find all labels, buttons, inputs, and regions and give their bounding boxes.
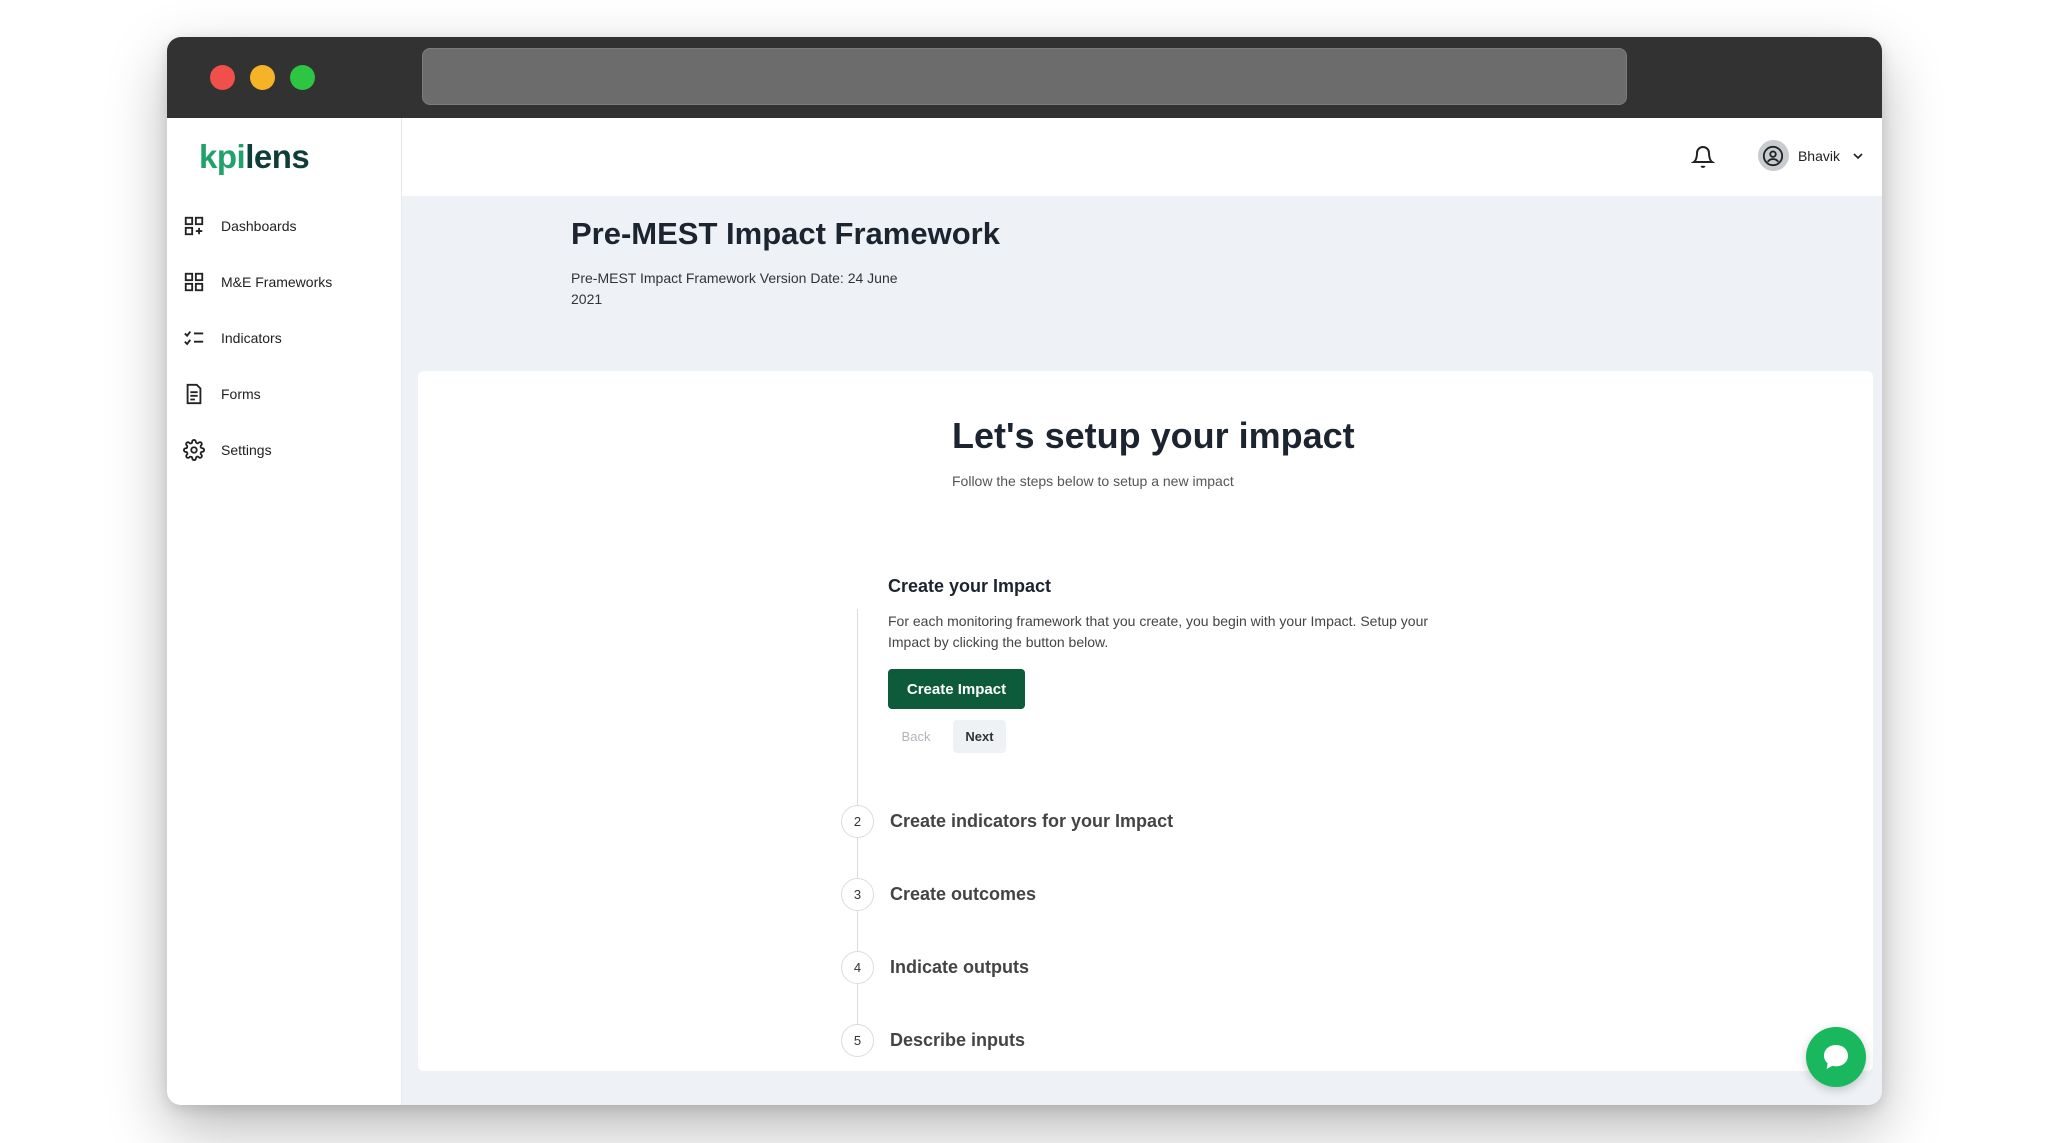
checklist-icon [184, 331, 204, 346]
create-impact-button[interactable]: Create Impact [888, 669, 1025, 709]
step-number: 4 [841, 951, 874, 984]
step-connector [857, 911, 858, 951]
page-header: Pre-MEST Impact Framework Pre-MEST Impac… [571, 216, 1000, 310]
logo-text-lens: lens [245, 138, 310, 175]
browser-window: kpi lens Dashboards M&E Frameworks Indica… [167, 37, 1882, 1105]
avatar [1757, 140, 1789, 171]
maximize-window-button[interactable] [290, 65, 315, 90]
step-connector [857, 609, 858, 805]
sidebar-item-label: Settings [221, 442, 272, 458]
active-step-title: Create your Impact [888, 576, 1052, 596]
step-item[interactable]: 2 Create indicators for your Impact [841, 805, 1173, 838]
browser-titlebar [167, 37, 1882, 118]
step-item[interactable]: 3 Create outcomes [841, 878, 1036, 911]
step-label: Create outcomes [890, 884, 1037, 904]
sidebar-item-dashboards[interactable]: Dashboards [167, 198, 401, 254]
sidebar-item-label: M&E Frameworks [221, 274, 333, 290]
step-connector [857, 984, 858, 1024]
step-number: 3 [841, 878, 874, 911]
sidebar-item-label: Indicators [221, 330, 282, 346]
active-step-description: For each monitoring framework that you c… [888, 613, 1429, 650]
close-window-button[interactable] [210, 65, 235, 90]
form-icon [186, 383, 202, 405]
sidebar-item-indicators[interactable]: Indicators [167, 310, 401, 366]
logo-text-kpi: kpi [199, 138, 246, 175]
user-menu[interactable]: Bhavik [1757, 140, 1866, 171]
sidebar-item-forms[interactable]: Forms [167, 366, 401, 422]
step-item[interactable]: 4 Indicate outputs [841, 951, 1029, 984]
chevron-down-icon [1853, 152, 1863, 159]
dashboard-icon [184, 216, 204, 236]
kpilens-logo[interactable]: kpi lens [199, 136, 310, 178]
step-label: Describe inputs [890, 1030, 1026, 1050]
step-number: 5 [841, 1024, 874, 1057]
sidebar-nav: Dashboards M&E Frameworks Indicators For… [167, 198, 401, 478]
step-connector [857, 838, 858, 878]
user-circle-icon [1763, 145, 1784, 166]
back-button[interactable]: Back [888, 720, 944, 753]
sidebar-item-me-frameworks[interactable]: M&E Frameworks [167, 254, 401, 310]
setup-title: Let's setup your impact [952, 415, 1355, 456]
grid-icon [184, 272, 204, 292]
setup-subtitle: Follow the steps below to setup a new im… [952, 473, 1234, 489]
user-name: Bhavik [1797, 147, 1840, 164]
sidebar-item-label: Forms [221, 386, 261, 402]
sidebar-item-settings[interactable]: Settings [167, 422, 401, 478]
step-label: Create indicators for your Impact [890, 811, 1174, 831]
main-content: Bhavik Pre-MEST Impact Framework Pre-MES… [402, 118, 1882, 1105]
address-bar[interactable] [422, 48, 1627, 105]
chat-bubble-icon [1824, 1045, 1848, 1069]
step-label: Indicate outputs [890, 957, 1029, 977]
step-item[interactable]: 5 Describe inputs [841, 1024, 1025, 1057]
sidebar: kpi lens Dashboards M&E Frameworks Indica… [167, 118, 402, 1105]
gear-icon [183, 439, 205, 461]
next-button[interactable]: Next [953, 720, 1006, 753]
step-number: 2 [841, 805, 874, 838]
bell-icon[interactable] [1691, 145, 1715, 169]
setup-card: Let's setup your impact Follow the steps… [418, 371, 1873, 1071]
page-title: Pre-MEST Impact Framework [571, 216, 1000, 251]
top-bar: Bhavik [402, 118, 1882, 196]
chat-widget-button[interactable] [1806, 1027, 1866, 1087]
minimize-window-button[interactable] [250, 65, 275, 90]
app-container: kpi lens Dashboards M&E Frameworks Indica… [167, 118, 1882, 1105]
page-subtitle: Pre-MEST Impact Framework Version Date: … [571, 270, 898, 307]
sidebar-item-label: Dashboards [221, 218, 297, 234]
